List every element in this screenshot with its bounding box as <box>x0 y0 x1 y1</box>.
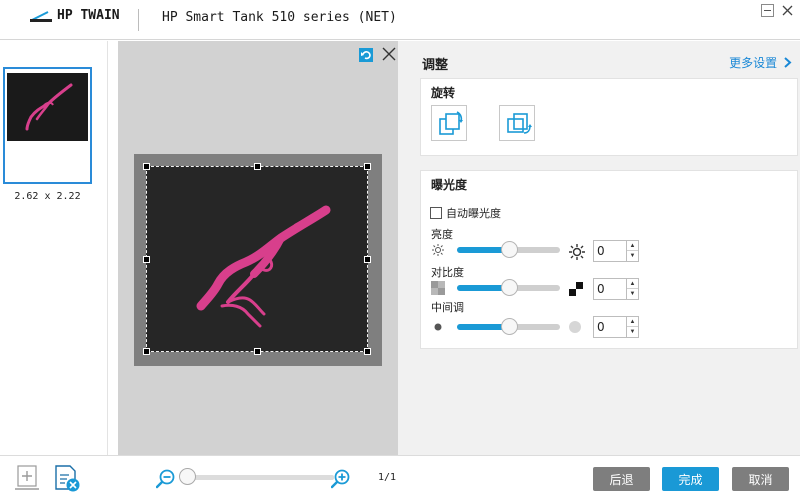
midtone-down-arrow-icon[interactable]: ▼ <box>627 327 638 337</box>
midtone-spin-buttons: ▲ ▼ <box>626 317 638 337</box>
crop-handle-top-left[interactable] <box>143 163 150 170</box>
device-title: HP Smart Tank 510 series (NET) <box>162 10 397 25</box>
crop-handle-top-right[interactable] <box>364 163 371 170</box>
contrast-slider-knob[interactable] <box>500 279 518 296</box>
back-button[interactable]: 后退 <box>593 467 650 491</box>
thumbnail-size-label: 2.62 x 2.22 <box>14 191 81 202</box>
midtone-value-spinner[interactable]: 0 ▲ ▼ <box>593 316 639 338</box>
contrast-value[interactable]: 0 <box>597 282 605 296</box>
midtone-up-arrow-icon[interactable]: ▲ <box>627 317 638 327</box>
scan-frame <box>134 154 382 366</box>
contrast-label: 对比度 <box>431 266 464 279</box>
brightness-spin-buttons: ▲ ▼ <box>626 241 638 261</box>
thumbnail-embroidery-image <box>25 83 73 131</box>
auto-exposure-label: 自动曝光度 <box>446 207 501 220</box>
zoom-slider[interactable] <box>180 475 334 480</box>
delete-page-icon[interactable] <box>52 463 82 493</box>
scanner-logo-icon <box>30 11 52 22</box>
thumbnail-panel: 2.62 x 2.22 <box>0 41 108 455</box>
contrast-up-arrow-icon[interactable]: ▲ <box>627 279 638 289</box>
zoom-out-icon[interactable] <box>156 469 176 489</box>
brightness-slider-knob[interactable] <box>500 241 518 258</box>
crop-handle-bottom[interactable] <box>254 348 261 355</box>
crop-selection[interactable] <box>143 163 371 355</box>
close-preview-icon[interactable] <box>382 47 396 61</box>
rotate-right-icon <box>507 113 532 134</box>
crop-handle-bottom-right[interactable] <box>364 348 371 355</box>
done-button[interactable]: 完成 <box>662 467 719 491</box>
midtone-low-icon <box>434 323 442 331</box>
minimize-button[interactable] <box>761 4 774 17</box>
exposure-card: 曝光度 自动曝光度 亮度 0 ▲ ▼ 对比度 0 ▲ ▼ 中间调 0 ▲ ▼ <box>420 170 798 349</box>
zoom-in-icon[interactable] <box>331 469 351 489</box>
checkbox-box[interactable] <box>430 207 442 219</box>
page-thumbnail[interactable] <box>3 67 92 184</box>
midtone-slider[interactable] <box>457 318 560 335</box>
contrast-spin-buttons: ▲ ▼ <box>626 279 638 299</box>
more-settings-label: 更多设置 <box>729 56 778 70</box>
brightness-low-icon <box>432 244 444 256</box>
rotate-left-icon <box>439 111 463 135</box>
brightness-value[interactable]: 0 <box>597 244 605 258</box>
midtone-high-icon <box>569 321 581 333</box>
brightness-up-arrow-icon[interactable]: ▲ <box>627 241 638 251</box>
more-settings-link[interactable]: 更多设置 <box>729 54 792 71</box>
panel-title: 调整 <box>422 58 449 73</box>
rotate-left-button[interactable] <box>431 105 467 141</box>
zoom-slider-knob[interactable] <box>179 468 196 485</box>
rotate-title: 旋转 <box>431 86 456 100</box>
crop-handle-left[interactable] <box>143 256 150 263</box>
chevron-right-icon <box>784 57 792 68</box>
undo-icon[interactable] <box>359 48 373 62</box>
thumbnail-image <box>7 73 88 141</box>
rotate-right-button[interactable] <box>499 105 535 141</box>
cancel-button[interactable]: 取消 <box>732 467 789 491</box>
brightness-value-spinner[interactable]: 0 ▲ ▼ <box>593 240 639 262</box>
bottom-bar: 1/1 后退 完成 取消 <box>0 455 800 499</box>
title-divider <box>138 9 139 31</box>
crop-handle-top[interactable] <box>254 163 261 170</box>
hp-twain-logo: HP TWAIN <box>30 8 120 23</box>
brightness-high-icon <box>569 244 585 260</box>
auto-exposure-checkbox[interactable]: 自动曝光度 <box>430 205 501 221</box>
rotate-card: 旋转 <box>420 78 798 156</box>
crop-handle-right[interactable] <box>364 256 371 263</box>
adjust-panel: 调整 更多设置 旋转 曝光度 自动曝光度 亮度 0 ▲ ▼ 对比度 0 ▲ ▼ … <box>398 41 800 455</box>
logo-text: HP TWAIN <box>57 8 120 23</box>
contrast-high-icon <box>569 282 583 296</box>
brightness-label: 亮度 <box>431 228 453 241</box>
contrast-low-icon <box>431 281 445 295</box>
preview-area <box>118 41 398 455</box>
close-window-icon[interactable] <box>781 4 794 17</box>
brightness-slider[interactable] <box>457 241 560 258</box>
exposure-title: 曝光度 <box>431 178 468 192</box>
add-page-icon[interactable] <box>12 463 42 493</box>
midtone-value[interactable]: 0 <box>597 320 605 334</box>
contrast-slider[interactable] <box>457 279 560 296</box>
contrast-down-arrow-icon[interactable]: ▼ <box>627 289 638 299</box>
page-counter: 1/1 <box>378 472 397 483</box>
brightness-down-arrow-icon[interactable]: ▼ <box>627 251 638 261</box>
title-bar: HP TWAIN HP Smart Tank 510 series (NET) <box>0 0 800 40</box>
crop-handle-bottom-left[interactable] <box>143 348 150 355</box>
midtone-slider-knob[interactable] <box>500 318 518 335</box>
contrast-value-spinner[interactable]: 0 ▲ ▼ <box>593 278 639 300</box>
midtone-label: 中间调 <box>431 301 464 314</box>
